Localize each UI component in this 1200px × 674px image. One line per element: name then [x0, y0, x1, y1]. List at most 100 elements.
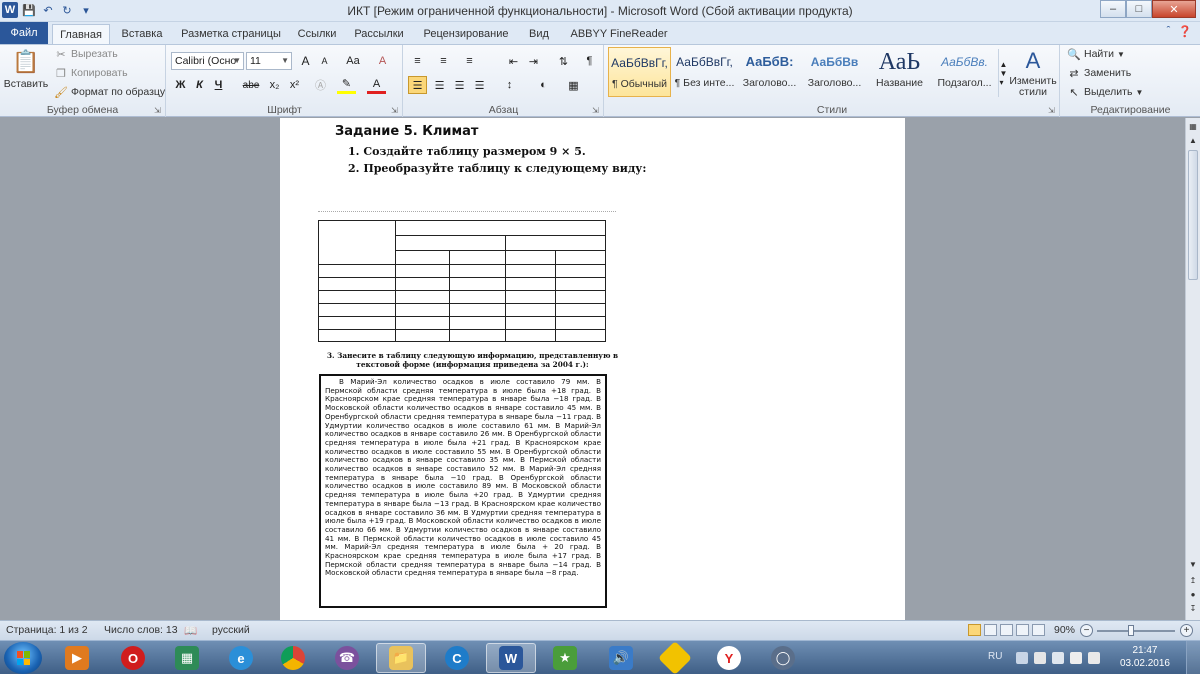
tray-device-icon[interactable] — [1052, 652, 1064, 664]
show-desktop-button[interactable] — [1186, 641, 1200, 674]
bullets-icon[interactable]: ≡ — [408, 52, 427, 70]
style-title[interactable]: АаЬ Название — [868, 47, 931, 97]
tab-review[interactable]: Рецензирование — [418, 24, 514, 44]
font-size-select[interactable]: 11 ▼ — [246, 52, 292, 70]
line-spacing-icon[interactable]: ↕ — [500, 76, 519, 94]
next-page-icon[interactable]: ↧ — [1186, 602, 1200, 616]
style-subtitle[interactable]: АаБбВв. Подзагол... — [933, 47, 996, 97]
paste-button[interactable]: 📋 Вставить — [4, 49, 49, 90]
style-normal[interactable]: АаБбВвГг, ¶ Обычный — [608, 47, 671, 97]
zoom-level[interactable]: 90% — [1054, 624, 1075, 636]
font-family-select[interactable]: Calibri (Осно ▼ — [171, 52, 244, 70]
shrink-font-button[interactable]: A — [315, 52, 334, 70]
full-screen-view-icon[interactable] — [984, 624, 997, 636]
taskbar-word[interactable]: W — [486, 643, 536, 673]
sort-icon[interactable]: ⇅ — [554, 52, 573, 70]
browse-object-icon[interactable]: ● — [1186, 588, 1200, 602]
start-button[interactable] — [4, 642, 42, 674]
change-styles-button[interactable]: A Изменить стили — [1009, 47, 1057, 98]
taskbar-game[interactable]: ★ — [540, 643, 590, 673]
vertical-scrollbar[interactable]: ▦ ▲ ▼ ↥ ● ↧ — [1185, 118, 1200, 620]
ruler-toggle-icon[interactable]: ▦ — [1186, 120, 1200, 134]
styles-gallery-scroll-icon[interactable]: ▲ ▼ ▾ — [998, 49, 1008, 97]
language-indicator[interactable]: русский — [212, 624, 250, 636]
help-icon[interactable]: ❓ — [1178, 25, 1192, 38]
print-layout-view-icon[interactable] — [968, 624, 981, 636]
cut-button[interactable]: ✂ Вырезать — [54, 47, 117, 61]
numbering-icon[interactable]: ≡ — [434, 52, 453, 70]
tab-view[interactable]: Вид — [522, 24, 556, 44]
document-page[interactable]: Задание 5. Климат 1. Создайте таблицу ра… — [280, 118, 905, 620]
scrollbar-thumb[interactable] — [1188, 150, 1198, 280]
tab-file[interactable]: Файл — [0, 22, 48, 44]
tab-page-layout[interactable]: Разметка страницы — [176, 24, 286, 44]
replace-button[interactable]: ⇄ Заменить — [1067, 66, 1131, 80]
taskbar-explorer[interactable]: 📁 — [376, 643, 426, 673]
copy-button[interactable]: ❐ Копировать — [54, 66, 127, 80]
text-effects-icon[interactable]: Ⓐ — [311, 76, 330, 94]
tab-mailings[interactable]: Рассылки — [350, 24, 408, 44]
underline-button[interactable]: Ч — [209, 76, 228, 94]
taskbar-app-4[interactable]: ◯ — [758, 643, 808, 673]
change-case-button[interactable]: Aa — [341, 52, 365, 70]
taskbar-app-2[interactable]: C — [432, 643, 482, 673]
taskbar-chrome[interactable] — [268, 643, 318, 673]
decrease-indent-icon[interactable]: ⇤ — [504, 52, 523, 70]
taskbar-app-3[interactable] — [650, 641, 700, 674]
volume-icon[interactable] — [1088, 652, 1100, 664]
align-right-icon[interactable]: ☰ — [450, 76, 469, 94]
multilevel-list-icon[interactable]: ≡ — [460, 52, 479, 70]
taskbar-viber[interactable]: ☎ — [322, 643, 372, 673]
font-launcher-icon[interactable]: ⇲ — [391, 107, 399, 115]
network-icon[interactable] — [1070, 652, 1082, 664]
draft-view-icon[interactable] — [1032, 624, 1045, 636]
restore-button[interactable]: □ — [1126, 0, 1152, 18]
increase-indent-icon[interactable]: ⇥ — [524, 52, 543, 70]
taskbar-internet-explorer[interactable]: e — [216, 643, 266, 673]
scroll-up-icon[interactable]: ▲ — [1186, 134, 1200, 148]
font-color-icon[interactable]: A — [367, 76, 386, 94]
styles-launcher-icon[interactable]: ⇲ — [1048, 107, 1056, 115]
grow-font-button[interactable]: A — [296, 52, 315, 70]
find-button[interactable]: 🔍 Найти ▼ — [1067, 47, 1125, 61]
borders-icon[interactable]: ▦ — [564, 76, 583, 94]
page-count[interactable]: Страница: 1 из 2 — [6, 624, 88, 636]
style-heading-2[interactable]: АаБбВв Заголово... — [803, 47, 866, 97]
scroll-down-icon[interactable]: ▼ — [1186, 558, 1200, 572]
outline-view-icon[interactable] — [1016, 624, 1029, 636]
system-clock[interactable]: 21:47 03.02.2016 — [1120, 644, 1170, 670]
taskbar-app[interactable]: ▦ — [162, 643, 212, 673]
tray-arrow-icon[interactable] — [1016, 652, 1028, 664]
highlight-icon[interactable]: ✎ — [337, 76, 356, 94]
superscript-button[interactable]: x² — [285, 76, 304, 94]
zoom-slider-thumb[interactable] — [1128, 625, 1134, 636]
taskbar-opera[interactable]: O — [108, 643, 158, 673]
minimize-ribbon-icon[interactable]: ˆ — [1167, 25, 1171, 38]
justify-icon[interactable]: ☰ — [470, 76, 489, 94]
paragraph-launcher-icon[interactable]: ⇲ — [592, 107, 600, 115]
clear-formatting-button[interactable]: A — [373, 52, 392, 70]
taskbar-media-player[interactable]: ▶ — [52, 643, 102, 673]
web-layout-view-icon[interactable] — [1000, 624, 1013, 636]
subscript-button[interactable]: x₂ — [265, 76, 284, 94]
align-center-icon[interactable]: ☰ — [430, 76, 449, 94]
spellcheck-icon[interactable]: 📖 — [184, 624, 197, 637]
align-left-icon[interactable]: ☰ — [408, 76, 427, 94]
taskbar-sound[interactable]: 🔊 — [596, 643, 646, 673]
pilcrow-icon[interactable]: ¶ — [580, 52, 599, 70]
minimize-button[interactable]: – — [1100, 0, 1126, 18]
clipboard-launcher-icon[interactable]: ⇲ — [154, 107, 162, 115]
tab-insert[interactable]: Вставка — [116, 24, 168, 44]
strikethrough-button[interactable]: abe — [239, 76, 263, 94]
close-button[interactable]: ✕ — [1152, 0, 1196, 18]
tab-abbyy[interactable]: ABBYY FineReader 11 — [564, 24, 674, 60]
bold-button[interactable]: Ж — [171, 76, 190, 94]
previous-page-icon[interactable]: ↥ — [1186, 574, 1200, 588]
select-button[interactable]: ↖ Выделить ▼ — [1067, 85, 1143, 99]
tab-references[interactable]: Ссылки — [292, 24, 342, 44]
input-language[interactable]: RU — [988, 651, 1002, 662]
tray-app-icon[interactable] — [1034, 652, 1046, 664]
style-no-spacing[interactable]: АаБбВвГг, ¶ Без инте... — [673, 47, 736, 97]
format-painter-button[interactable]: 🖌 Формат по образцу — [54, 85, 165, 99]
style-heading-1[interactable]: АаБбВ: Заголово... — [738, 47, 801, 97]
